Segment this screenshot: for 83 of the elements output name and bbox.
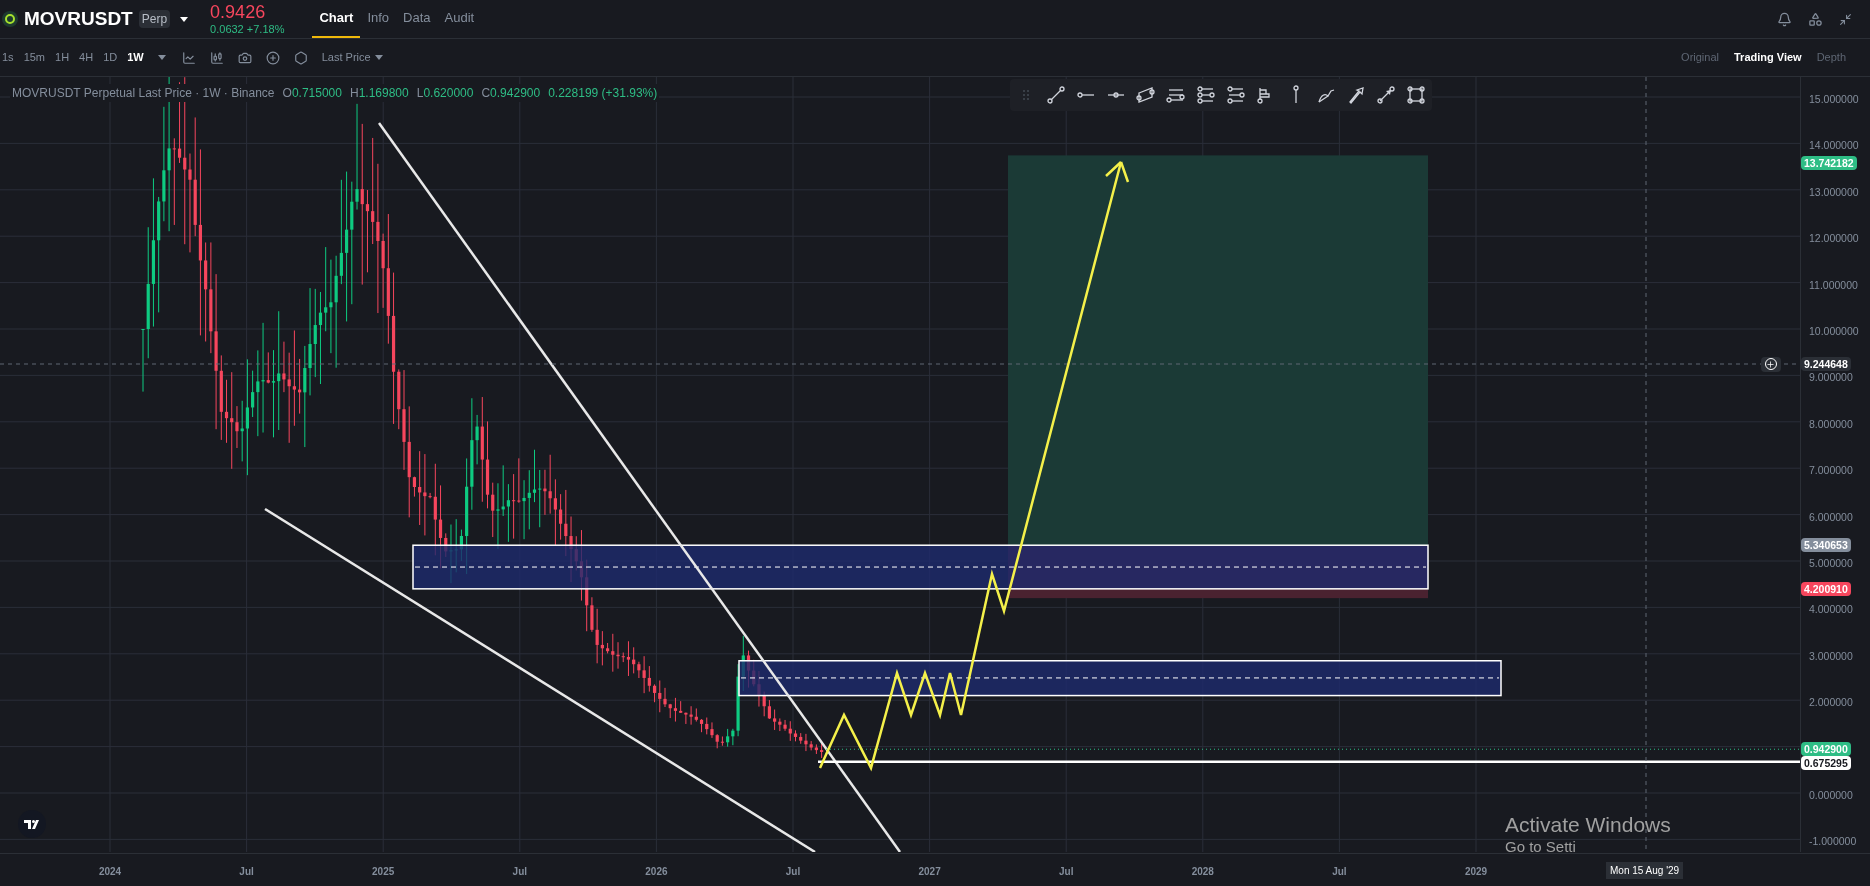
view-mode-tab[interactable]: Trading View xyxy=(1734,49,1802,66)
view-mode-tab[interactable]: Depth xyxy=(1816,49,1846,66)
interval-button[interactable]: 4H xyxy=(79,49,94,66)
add-icon[interactable] xyxy=(265,50,280,65)
interval-button[interactable]: 15m xyxy=(23,49,46,66)
hexagon-icon[interactable] xyxy=(293,50,308,65)
time-axis-label: 2029 xyxy=(1464,865,1488,879)
time-axis-label: Jul xyxy=(512,865,527,879)
price-label: 13.742182 xyxy=(1801,156,1857,170)
interval-button[interactable]: 1s xyxy=(2,49,14,66)
price-axis-label: 11.000000 xyxy=(1809,279,1858,291)
ohlc-value: H1.169800 xyxy=(349,85,409,102)
symbol-dropdown[interactable] xyxy=(180,16,189,22)
interval-button[interactable]: 1W xyxy=(127,49,144,66)
caret-icon xyxy=(374,55,383,60)
price-change: 0.0632 +7.18% xyxy=(210,23,285,38)
contract-badge: Perp xyxy=(138,10,171,28)
price-axis-label: 7.000000 xyxy=(1809,465,1853,476)
price-axis-label: -1.000000 xyxy=(1809,836,1857,847)
notification-bell-icon[interactable] xyxy=(1777,11,1792,27)
ohlc-value: O0.715000 xyxy=(282,85,342,102)
price-label: 0.942900 xyxy=(1801,742,1851,756)
price-axis-label: 5.000000 xyxy=(1809,558,1853,569)
pitchfork-icon[interactable] xyxy=(1196,85,1216,105)
view-tab[interactable]: Info xyxy=(360,0,397,38)
price-axis-label: 13.000000 xyxy=(1809,186,1859,198)
time-axis-label: 2025 xyxy=(372,865,395,879)
price-axis-label: 6.000000 xyxy=(1809,511,1853,523)
time-axis-label: 2024 xyxy=(98,865,122,879)
price-label: 4.200910 xyxy=(1801,582,1851,596)
camera-icon[interactable] xyxy=(237,50,252,65)
crosshair-date: Mon 15 Aug '29 xyxy=(1606,862,1684,879)
activation-text: Go to Setti xyxy=(1505,838,1577,857)
candlestick-icon[interactable] xyxy=(209,50,224,65)
coin-logo xyxy=(2,11,18,27)
time-axis-label: Jul xyxy=(1332,865,1347,879)
price-label: 5.340653 xyxy=(1801,538,1851,552)
indicator-icon[interactable] xyxy=(181,50,196,65)
plus-icon xyxy=(1766,359,1776,369)
price-axis-label: 4.000000 xyxy=(1809,604,1853,615)
view-mode-tab[interactable]: Original xyxy=(1681,49,1719,66)
price-axis-label: 9.000000 xyxy=(1809,372,1853,383)
ohlc-value: L0.620000 xyxy=(416,85,474,102)
time-axis-label: 2026 xyxy=(645,865,668,879)
price-label: 0.675295 xyxy=(1801,756,1851,770)
time-axis-label: 2028 xyxy=(1191,865,1214,879)
arrow-marker-icon[interactable] xyxy=(1376,85,1396,105)
time-axis-label: 2027 xyxy=(918,865,941,879)
price-axis-label: 14.000000 xyxy=(1809,140,1859,151)
trend-line-icon[interactable] xyxy=(1046,85,1066,105)
price-axis-label: 15.000000 xyxy=(1809,94,1859,105)
last-price: 0.9426 xyxy=(210,0,267,24)
price-source-dropdown[interactable]: Last Price xyxy=(321,49,383,66)
parallel-channel-icon[interactable] xyxy=(1136,85,1156,105)
activation-title: Activate Windows xyxy=(1505,812,1671,838)
ohlc-value: C0.942900 xyxy=(481,85,541,102)
price-label: 9.244648 xyxy=(1801,357,1851,371)
view-tab[interactable]: Audit xyxy=(437,0,482,38)
view-tab[interactable]: Data xyxy=(396,0,438,38)
view-tab[interactable]: Chart xyxy=(312,0,361,38)
price-axis-label: 2.000000 xyxy=(1809,697,1853,708)
price-axis-label: 12.000000 xyxy=(1809,233,1859,244)
price-axis-label: 8.000000 xyxy=(1809,418,1853,430)
legend-change: 0.228199 (+31.93%) xyxy=(548,85,658,102)
interval-dropdown[interactable] xyxy=(157,55,166,60)
price-axis-label: 0.000000 xyxy=(1809,790,1853,801)
time-axis-label: Jul xyxy=(239,865,254,879)
time-axis-label: Jul xyxy=(785,865,801,879)
symbol-title: MOVRUSDT xyxy=(24,6,133,31)
price-axis-label: 10.000000 xyxy=(1809,326,1859,337)
rectangle-icon[interactable] xyxy=(1406,85,1426,105)
caret-icon xyxy=(157,55,166,60)
collapse-icon[interactable] xyxy=(1839,12,1852,26)
crosshair-add-button[interactable] xyxy=(1760,356,1781,372)
time-axis-label: Jul xyxy=(1058,865,1074,879)
caret-icon xyxy=(180,16,189,22)
price-axis-label: 3.000000 xyxy=(1809,650,1853,662)
gann-fan-icon[interactable] xyxy=(1226,85,1246,105)
interval-button[interactable]: 1H xyxy=(55,49,70,66)
legend-title: MOVRUSDT Perpetual Last Price · 1W · Binance xyxy=(12,85,275,102)
interval-button[interactable]: 1D xyxy=(103,49,118,66)
widgets-icon[interactable] xyxy=(1808,11,1823,27)
tradingview-logo xyxy=(18,810,46,838)
